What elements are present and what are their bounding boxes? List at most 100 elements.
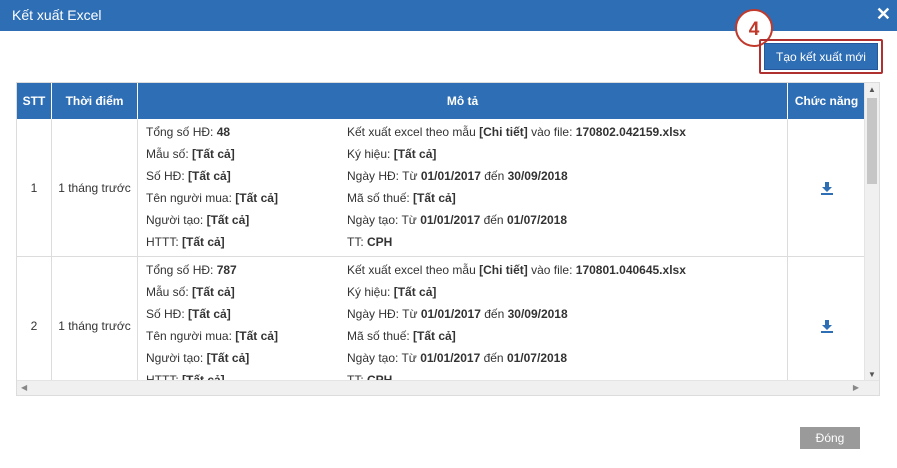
field-value: 30/09/2018 xyxy=(507,169,568,183)
row-number: 2 xyxy=(30,318,38,333)
left-line: HTTT: [Tất cả] xyxy=(146,231,278,253)
left-line: Mẫu số: [Tất cả] xyxy=(146,143,278,165)
field-label: Tên người mua: xyxy=(146,329,236,343)
cell-actions xyxy=(788,119,865,256)
field-label: vào file: xyxy=(527,263,576,277)
field-value: 01/01/2017 xyxy=(420,351,481,365)
left-line: Tên người mua: [Tất cả] xyxy=(146,187,278,209)
vertical-scrollbar[interactable]: ▲ ▼ xyxy=(864,83,879,381)
field-value: [Chi tiết] xyxy=(479,263,528,277)
field-label: Mã số thuế: xyxy=(347,329,414,343)
field-value: 170801.040645.xlsx xyxy=(575,263,686,277)
right-line: Ngày HĐ: Từ 01/01/2017 đến 30/09/2018 xyxy=(347,165,686,187)
field-value: [Tất cả] xyxy=(413,329,456,343)
left-line: Người tạo: [Tất cả] xyxy=(146,347,278,369)
field-label: Ngày HĐ: Từ xyxy=(347,307,421,321)
field-label: Ký hiệu: xyxy=(347,285,394,299)
cell-stt: 2 xyxy=(17,257,52,394)
right-line: Mã số thuế: [Tất cả] xyxy=(347,187,686,209)
field-label: Mẫu số: xyxy=(146,285,193,299)
row-number: 1 xyxy=(30,180,38,195)
field-value: [Tất cả] xyxy=(192,285,235,299)
field-label: đến xyxy=(480,307,508,321)
cell-description: Tổng số HĐ: 48 Mẫu số: [Tất cả] Số HĐ: [Tấ… xyxy=(138,119,788,256)
cell-description: Tổng số HĐ: 787 Mẫu số: [Tất cả] Số HĐ: [T… xyxy=(138,257,788,394)
scroll-right-icon[interactable]: ▶ xyxy=(853,383,859,392)
field-label: Tên người mua: xyxy=(146,191,236,205)
field-value: 01/01/2017 xyxy=(420,213,481,227)
field-value: 787 xyxy=(216,263,237,277)
field-value: [Tất cả] xyxy=(393,147,437,161)
field-value: 48 xyxy=(216,125,231,139)
field-value: CPH xyxy=(367,235,393,249)
field-label: Số HĐ: xyxy=(146,169,189,183)
field-label: Kết xuất excel theo mẫu xyxy=(347,263,480,277)
field-label: Ngày tạo: Từ xyxy=(347,351,421,365)
field-label: TT: xyxy=(347,235,367,249)
field-value: 170802.042159.xlsx xyxy=(575,125,686,139)
cell-stt: 1 xyxy=(17,119,52,256)
download-icon[interactable] xyxy=(820,181,834,195)
field-value: [Tất cả] xyxy=(188,169,231,183)
field-label: đến xyxy=(480,169,508,183)
field-value: [Tất cả] xyxy=(235,191,278,205)
field-label: Số HĐ: xyxy=(146,307,189,321)
cell-time: 1 tháng trước xyxy=(52,119,138,256)
field-value: [Tất cả] xyxy=(206,213,250,227)
description-left: Tổng số HĐ: 48 Mẫu số: [Tất cả] Số HĐ: [Tấ… xyxy=(146,121,278,253)
field-label: Ngày HĐ: Từ xyxy=(347,169,421,183)
right-line: Mã số thuế: [Tất cả] xyxy=(347,325,686,347)
field-value: [Tất cả] xyxy=(188,307,231,321)
field-label: Ký hiệu: xyxy=(347,147,394,161)
download-icon[interactable] xyxy=(820,319,834,333)
description-left: Tổng số HĐ: 787 Mẫu số: [Tất cả] Số HĐ: [T… xyxy=(146,259,278,391)
scroll-left-icon[interactable]: ◀ xyxy=(21,383,27,392)
description-right: Kết xuất excel theo mẫu [Chi tiết] vào f… xyxy=(347,121,686,253)
right-line: Ký hiệu: [Tất cả] xyxy=(347,281,686,303)
field-label: Kết xuất excel theo mẫu xyxy=(347,125,480,139)
header-actions: Chức năng xyxy=(794,94,859,108)
close-button[interactable]: Đóng xyxy=(800,427,860,449)
scroll-thumb[interactable] xyxy=(867,98,877,184)
right-line: Ngày tạo: Từ 01/01/2017 đến 01/07/2018 xyxy=(347,209,686,231)
field-value: 01/01/2017 xyxy=(420,307,481,321)
field-value: [Tất cả] xyxy=(182,235,225,249)
left-line: Tổng số HĐ: 48 xyxy=(146,121,278,143)
row-time: 1 tháng trước xyxy=(58,318,131,333)
row-time: 1 tháng trước xyxy=(58,180,131,195)
new-export-button[interactable]: Tạo kết xuất mới xyxy=(764,43,878,70)
field-value: 01/07/2018 xyxy=(506,213,568,227)
scroll-down-icon[interactable]: ▼ xyxy=(868,370,876,379)
field-value: [Tất cả] xyxy=(192,147,235,161)
header-time: Thời điểm xyxy=(52,83,138,119)
field-value: 30/09/2018 xyxy=(507,307,568,321)
cell-actions xyxy=(788,257,865,394)
scroll-up-icon[interactable]: ▲ xyxy=(868,85,876,94)
field-value: [Tất cả] xyxy=(206,351,250,365)
field-label: Người tạo: xyxy=(146,213,207,227)
field-value: 01/01/2017 xyxy=(420,169,481,183)
field-value: [Chi tiết] xyxy=(479,125,528,139)
export-table: STT Thời điểm Mô tả Chức năng 1 1 tháng t… xyxy=(16,82,880,396)
field-label: Mã số thuế: xyxy=(347,191,414,205)
horizontal-scrollbar[interactable]: ◀ ▶ xyxy=(17,380,879,395)
field-label: Người tạo: xyxy=(146,351,207,365)
dialog-title: Kết xuất Excel xyxy=(12,7,102,23)
field-label: đến xyxy=(480,213,507,227)
right-line: Kết xuất excel theo mẫu [Chi tiết] vào f… xyxy=(347,121,686,143)
left-line: Tổng số HĐ: 787 xyxy=(146,259,278,281)
field-value: [Tất cả] xyxy=(413,191,456,205)
cell-time: 1 tháng trước xyxy=(52,257,138,394)
close-icon[interactable]: ✕ xyxy=(876,4,891,24)
description-right: Kết xuất excel theo mẫu [Chi tiết] vào f… xyxy=(347,259,686,391)
left-line: Mẫu số: [Tất cả] xyxy=(146,281,278,303)
field-label: Mẫu số: xyxy=(146,147,193,161)
field-label: đến xyxy=(480,351,507,365)
field-label: Tổng số HĐ: xyxy=(146,125,217,139)
left-line: Số HĐ: [Tất cả] xyxy=(146,165,278,187)
header-stt: STT xyxy=(17,83,52,119)
right-line: TT: CPH xyxy=(347,231,686,253)
field-label: vào file: xyxy=(527,125,576,139)
field-value: [Tất cả] xyxy=(393,285,437,299)
left-line: Người tạo: [Tất cả] xyxy=(146,209,278,231)
